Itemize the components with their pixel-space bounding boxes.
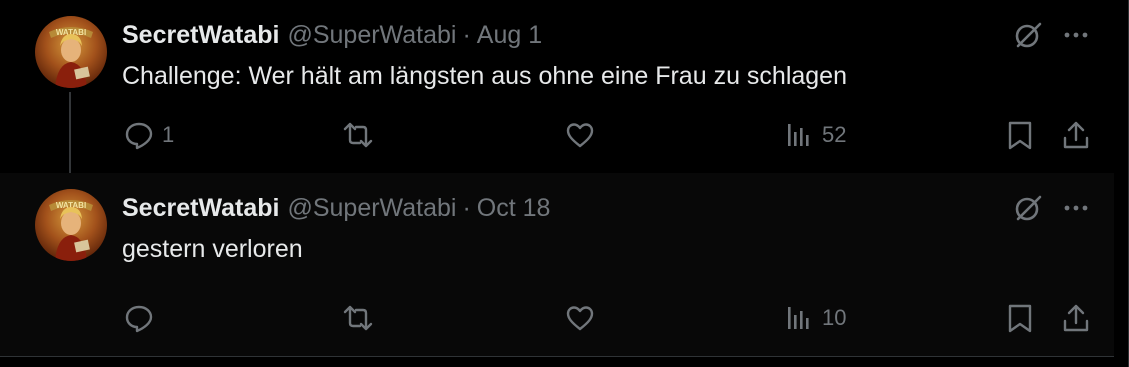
retweet-icon: [343, 305, 373, 331]
bookmark-icon: [1008, 121, 1032, 150]
bookmark-button[interactable]: [1005, 301, 1035, 335]
views-button[interactable]: 52: [784, 118, 846, 152]
display-name[interactable]: SecretWatabi: [122, 194, 279, 222]
user-handle[interactable]: @SuperWatabi: [287, 194, 456, 222]
tweet-text: Challenge: Wer hält am längsten aus ohne…: [122, 62, 847, 90]
avatar-image: WATABI: [49, 200, 93, 261]
grok-icon[interactable]: [1013, 20, 1043, 50]
reply-icon: [125, 305, 153, 333]
retweet-button[interactable]: [343, 118, 373, 152]
share-icon: [1063, 304, 1089, 332]
share-icon: [1063, 121, 1089, 149]
like-button[interactable]: [565, 118, 595, 152]
reply-button[interactable]: [124, 301, 162, 335]
reply-button[interactable]: 1: [124, 118, 174, 152]
bookmark-icon: [1008, 304, 1032, 333]
retweet-icon: [343, 122, 373, 148]
share-button[interactable]: [1061, 301, 1091, 335]
heart-icon: [566, 123, 594, 148]
more-dots-icon[interactable]: [1061, 20, 1091, 50]
tweet[interactable]: WATABI SecretWatabi @SuperWatabi · Oct 18 g…: [0, 173, 1114, 356]
tweet-actions: 1 52: [0, 118, 1114, 152]
views-chart-icon: [788, 307, 809, 329]
share-button[interactable]: [1061, 118, 1091, 152]
views-chart-icon: [788, 124, 809, 146]
user-handle[interactable]: @SuperWatabi: [287, 21, 456, 49]
separator-dot: ·: [462, 194, 471, 222]
view-count: 10: [822, 305, 847, 330]
tweet-header: SecretWatabi @SuperWatabi · Oct 18: [122, 193, 550, 223]
avatar[interactable]: WATABI: [35, 189, 107, 261]
more-dots-icon[interactable]: [1061, 193, 1091, 223]
heart-icon: [566, 306, 594, 331]
tweet-date[interactable]: Aug 1: [477, 21, 542, 49]
grok-icon[interactable]: [1013, 193, 1043, 223]
avatar[interactable]: WATABI: [35, 16, 107, 88]
bookmark-button[interactable]: [1005, 118, 1035, 152]
reply-count: 1: [162, 122, 175, 147]
tweet-divider: [0, 356, 1114, 357]
separator-dot: ·: [462, 21, 471, 49]
tweet[interactable]: WATABI SecretWatabi @SuperWatabi · Aug 1 Ch…: [0, 0, 1114, 188]
like-button[interactable]: [565, 301, 595, 335]
avatar-image: WATABI: [49, 27, 93, 88]
views-button[interactable]: 10: [784, 301, 846, 335]
reply-icon: [125, 122, 153, 150]
view-count: 52: [822, 122, 847, 147]
display-name[interactable]: SecretWatabi: [122, 21, 279, 49]
tweet-actions: 10: [0, 301, 1114, 335]
retweet-button[interactable]: [343, 301, 373, 335]
tweet-text: gestern verloren: [122, 235, 303, 263]
tweet-header: SecretWatabi @SuperWatabi · Aug 1: [122, 20, 542, 50]
tweet-date[interactable]: Oct 18: [477, 194, 551, 222]
